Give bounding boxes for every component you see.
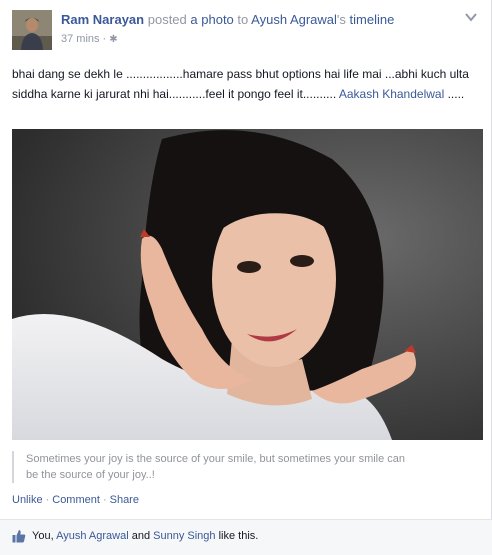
caption-text: Sometimes your joy is the source of your… bbox=[26, 453, 406, 481]
photo-caption: Sometimes your joy is the source of your… bbox=[12, 451, 483, 483]
thumbs-up-icon bbox=[12, 530, 26, 543]
likes-suffix: like this. bbox=[218, 530, 259, 542]
tagged-friend-link[interactable]: Aakash Khandelwal bbox=[339, 87, 444, 101]
story-actions: Unlike · Comment · Share bbox=[12, 494, 139, 506]
meta-separator: · bbox=[102, 33, 107, 45]
likes-you: You, bbox=[32, 530, 54, 542]
post-photo[interactable] bbox=[12, 129, 483, 440]
likes-and: and bbox=[131, 530, 151, 542]
connector-text: to bbox=[237, 12, 249, 27]
avatar-photo bbox=[12, 10, 52, 50]
message-tail: ..... bbox=[444, 87, 465, 101]
share-link[interactable]: Share bbox=[110, 494, 139, 506]
gear-icon[interactable]: ✱ bbox=[109, 34, 117, 45]
action-separator: · bbox=[45, 494, 50, 506]
photo-image bbox=[12, 129, 483, 440]
action-text: posted bbox=[147, 12, 187, 27]
likes-summary: You, Ayush Agrawal and Sunny Singh like … bbox=[32, 530, 258, 542]
story-meta: 37 mins · ✱ bbox=[61, 33, 118, 45]
author-avatar[interactable] bbox=[12, 10, 52, 50]
post-message: bhai dang se dekh le .................ha… bbox=[12, 64, 474, 104]
photo-link[interactable]: a photo bbox=[190, 12, 233, 27]
liker-link-1[interactable]: Ayush Agrawal bbox=[56, 530, 129, 542]
timestamp-link[interactable]: 37 mins bbox=[61, 33, 100, 45]
likes-bar: You, Ayush Agrawal and Sunny Singh like … bbox=[0, 519, 492, 555]
target-profile-link[interactable]: Ayush Agrawal's bbox=[251, 12, 346, 27]
story-header: Ram Narayan posted a photo to Ayush Agra… bbox=[61, 12, 394, 27]
action-separator: · bbox=[102, 494, 107, 506]
comment-link[interactable]: Comment bbox=[52, 494, 100, 506]
target-name: Ayush Agrawal bbox=[251, 12, 337, 27]
liker-link-2[interactable]: Sunny Singh bbox=[153, 530, 215, 542]
chevron-down-icon[interactable] bbox=[463, 10, 479, 24]
target-suffix: 's bbox=[336, 12, 346, 27]
timeline-link[interactable]: timeline bbox=[350, 12, 395, 27]
unlike-link[interactable]: Unlike bbox=[12, 494, 43, 506]
author-name-link[interactable]: Ram Narayan bbox=[61, 12, 144, 27]
feed-story: Ram Narayan posted a photo to Ayush Agra… bbox=[0, 0, 492, 555]
